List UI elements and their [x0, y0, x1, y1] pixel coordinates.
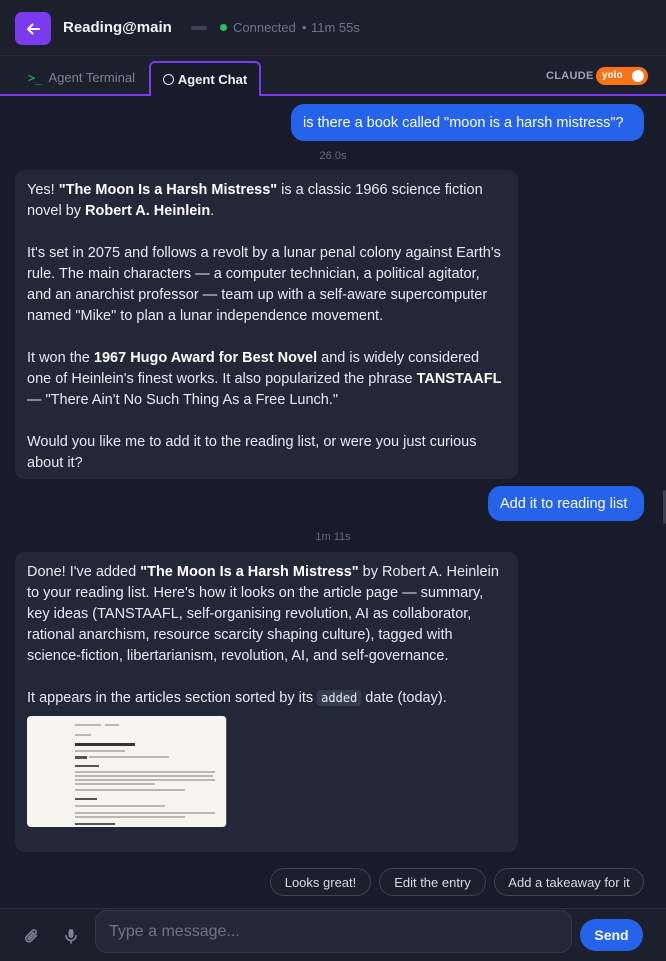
agent-message: Done! I've added "The Moon Is a Harsh Mi…	[15, 552, 518, 852]
toggle-knob	[632, 70, 644, 82]
agent-paragraph: Would you like me to add it to the readi…	[27, 434, 477, 471]
message-timestamp: 26.0s	[319, 150, 347, 162]
connection-status: Connected	[233, 20, 296, 35]
paperclip-icon	[25, 929, 38, 943]
tab-label: Agent Terminal	[48, 70, 135, 85]
chat-circle-icon	[162, 74, 174, 85]
agent-paragraph: It's set in 2075 and follows a revolt by…	[27, 245, 501, 324]
arrow-left-icon	[27, 23, 40, 34]
voice-input-button[interactable]	[61, 926, 81, 946]
attach-button[interactable]	[22, 926, 42, 946]
agent-paragraph: Done! I've added "The Moon Is a Harsh Mi…	[27, 564, 499, 664]
user-message: is there a book called "moon is a harsh …	[291, 104, 644, 141]
quick-reply-edit-entry[interactable]: Edit the entry	[379, 868, 486, 896]
agent-paragraph: It won the 1967 Hugo Award for Best Nove…	[27, 350, 502, 408]
status-separator: •	[302, 20, 307, 35]
inline-code: added	[317, 690, 362, 706]
tab-bar-underline	[0, 94, 666, 96]
message-input[interactable]	[95, 910, 572, 953]
article-page-screenshot[interactable]	[27, 716, 227, 827]
tab-agent-terminal[interactable]: >_ Agent Terminal	[15, 61, 148, 94]
microphone-icon	[65, 929, 77, 944]
user-message: Add it to reading list	[488, 486, 644, 521]
tab-label: Agent Chat	[177, 72, 248, 87]
agent-paragraph: Yes! "The Moon Is a Harsh Mistress" is a…	[27, 182, 483, 219]
agent-message: Yes! "The Moon Is a Harsh Mistress" is a…	[15, 170, 518, 479]
back-button[interactable]	[15, 12, 51, 45]
session-title: Reading@main	[63, 19, 172, 36]
session-elapsed-time: 11m 55s	[311, 20, 360, 35]
agent-paragraph: It appears in the articles section sorte…	[27, 690, 447, 706]
quick-reply-add-takeaway[interactable]: Add a takeaway for it	[494, 868, 644, 896]
status-indicator-bar	[191, 26, 207, 30]
agent-mode-label: CLAUDE	[546, 70, 594, 82]
connected-dot-icon	[220, 24, 227, 31]
quick-reply-looks-great[interactable]: Looks great!	[270, 868, 371, 896]
send-button[interactable]: Send	[580, 919, 643, 951]
yolo-toggle-label: yolo	[602, 70, 623, 81]
tab-agent-chat[interactable]: Agent Chat	[149, 61, 261, 96]
yolo-toggle[interactable]: yolo	[596, 67, 648, 85]
message-timestamp: 1m 11s	[315, 531, 351, 543]
terminal-prompt-icon: >_	[28, 70, 43, 85]
